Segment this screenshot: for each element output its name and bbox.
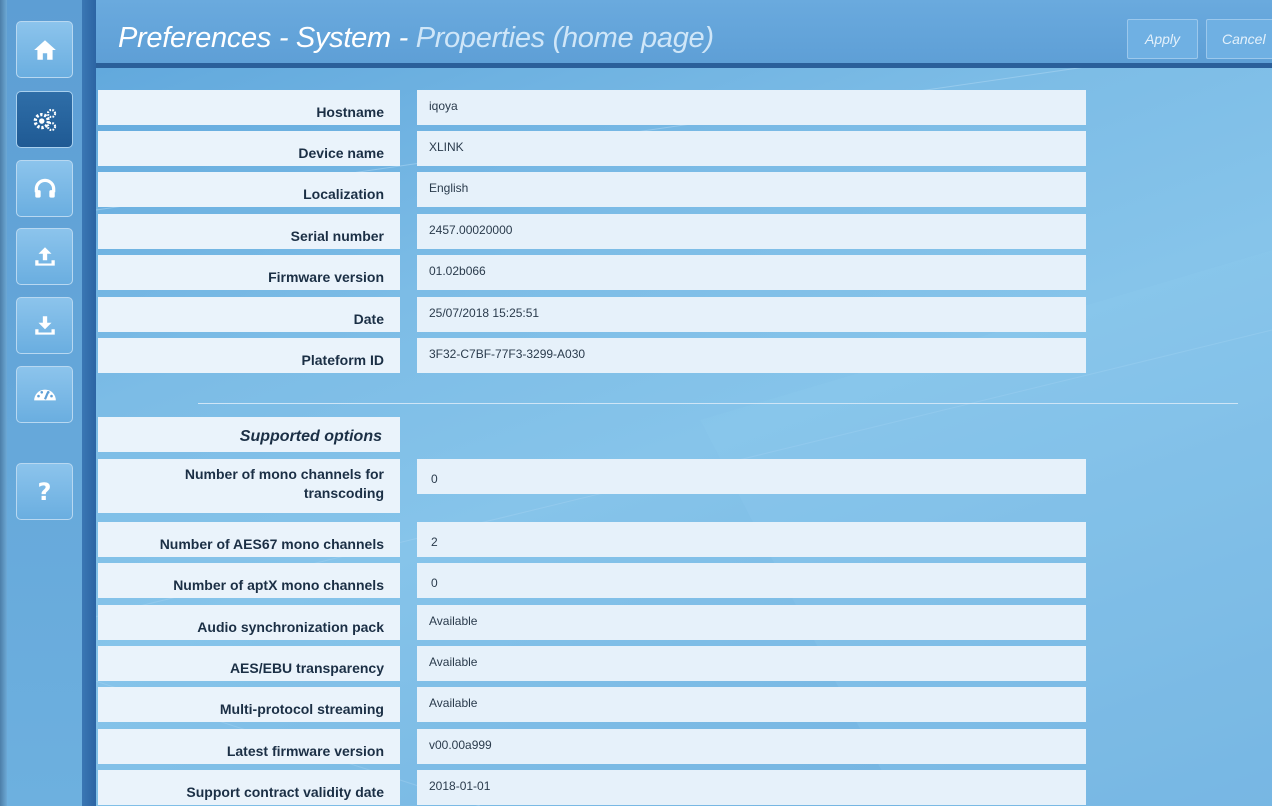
nav-audio-button[interactable] xyxy=(16,160,73,217)
property-label: Date xyxy=(98,297,400,332)
page-title-main: Preferences - System - xyxy=(118,22,416,54)
page-title-sub: Properties (home page) xyxy=(415,22,714,54)
property-value: 2457.00020000 xyxy=(417,214,1086,249)
option-label: Support contract validity date xyxy=(98,770,400,805)
nav-monitoring-button[interactable] xyxy=(16,366,73,423)
section-divider xyxy=(198,403,1238,404)
option-value: 2018-01-01 xyxy=(417,770,1086,805)
headphones-icon xyxy=(34,178,55,198)
property-label: Device name xyxy=(98,131,400,166)
property-label: Plateform ID xyxy=(98,338,400,373)
option-value: Available xyxy=(417,605,1086,640)
property-label: Serial number xyxy=(98,214,400,249)
property-value: 3F32-C7BF-77F3-3299-A030 xyxy=(417,338,1086,373)
option-value: 0 xyxy=(417,563,1086,598)
gauge-icon xyxy=(33,389,56,400)
nav-home-button[interactable] xyxy=(16,21,73,78)
property-value: English xyxy=(417,172,1086,207)
option-label-line1: Number of mono channels for xyxy=(184,466,384,482)
property-value: iqoya xyxy=(417,90,1086,125)
property-label: Localization xyxy=(98,172,400,207)
option-label: Audio synchronization pack xyxy=(98,605,400,640)
option-label: Number of AES67 mono channels xyxy=(98,522,400,557)
sidebar-divider xyxy=(82,0,96,806)
property-label: Hostname xyxy=(98,90,400,125)
option-value: 0 xyxy=(417,459,1086,494)
upload-icon xyxy=(34,246,55,266)
nav-upload-button[interactable] xyxy=(16,228,73,285)
download-icon xyxy=(34,315,55,335)
property-value: 25/07/2018 15:25:51 xyxy=(417,297,1086,332)
property-label: Firmware version xyxy=(98,255,400,290)
option-label: Number of aptX mono channels xyxy=(98,563,400,598)
option-label: Number of mono channels for transcoding xyxy=(98,459,400,513)
option-value: Available xyxy=(417,687,1086,722)
page-title: Preferences - System - Properties (home … xyxy=(118,22,714,55)
nav-download-button[interactable] xyxy=(16,297,73,354)
property-value: 01.02b066 xyxy=(417,255,1086,290)
cancel-button[interactable]: Cancel xyxy=(1206,19,1272,59)
supported-options-heading: Supported options xyxy=(98,417,400,452)
option-value: Available xyxy=(417,646,1086,681)
home-icon xyxy=(33,39,56,60)
sidebar-edge xyxy=(0,0,7,806)
option-value: v00.00a999 xyxy=(417,729,1086,764)
property-value: XLINK xyxy=(417,131,1086,166)
page-header: Preferences - System - Properties (home … xyxy=(96,0,1272,68)
option-value: 2 xyxy=(417,522,1086,557)
option-label: Latest firmware version xyxy=(98,729,400,764)
nav-help-button[interactable]: ? xyxy=(16,463,73,520)
option-label-line2: transcoding xyxy=(303,485,384,501)
option-label: Multi-protocol streaming xyxy=(98,687,400,722)
apply-button[interactable]: Apply xyxy=(1127,19,1198,59)
option-label: AES/EBU transparency xyxy=(98,646,400,681)
help-icon: ? xyxy=(37,477,52,506)
gears-icon xyxy=(33,108,56,131)
nav-system-button[interactable] xyxy=(16,91,73,148)
